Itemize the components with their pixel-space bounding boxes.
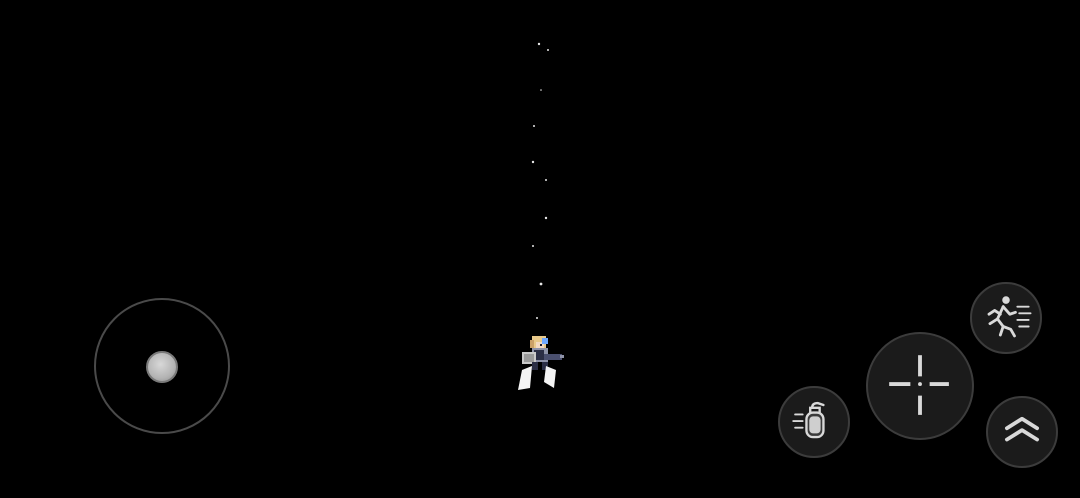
game-viewport [0, 0, 1080, 498]
running-figure-icon [987, 296, 1032, 338]
grenade-button[interactable] [778, 386, 850, 458]
particle [539, 282, 543, 286]
virtual-joystick[interactable] [94, 298, 230, 434]
particle [545, 179, 547, 181]
particle [536, 317, 538, 319]
particle [533, 125, 535, 127]
player-character [518, 336, 564, 390]
crosshair-icon [889, 355, 949, 415]
double-chevron-up-icon [1005, 416, 1039, 442]
particle [532, 245, 534, 247]
particle [540, 89, 542, 91]
dash-button[interactable] [970, 282, 1042, 354]
particle [531, 160, 535, 164]
jump-button[interactable] [986, 396, 1058, 468]
particle [544, 216, 548, 220]
particle [537, 42, 541, 46]
joystick-knob[interactable] [146, 351, 178, 383]
fire-button[interactable] [866, 332, 974, 440]
particle [547, 49, 549, 51]
grenade-icon [792, 401, 825, 439]
